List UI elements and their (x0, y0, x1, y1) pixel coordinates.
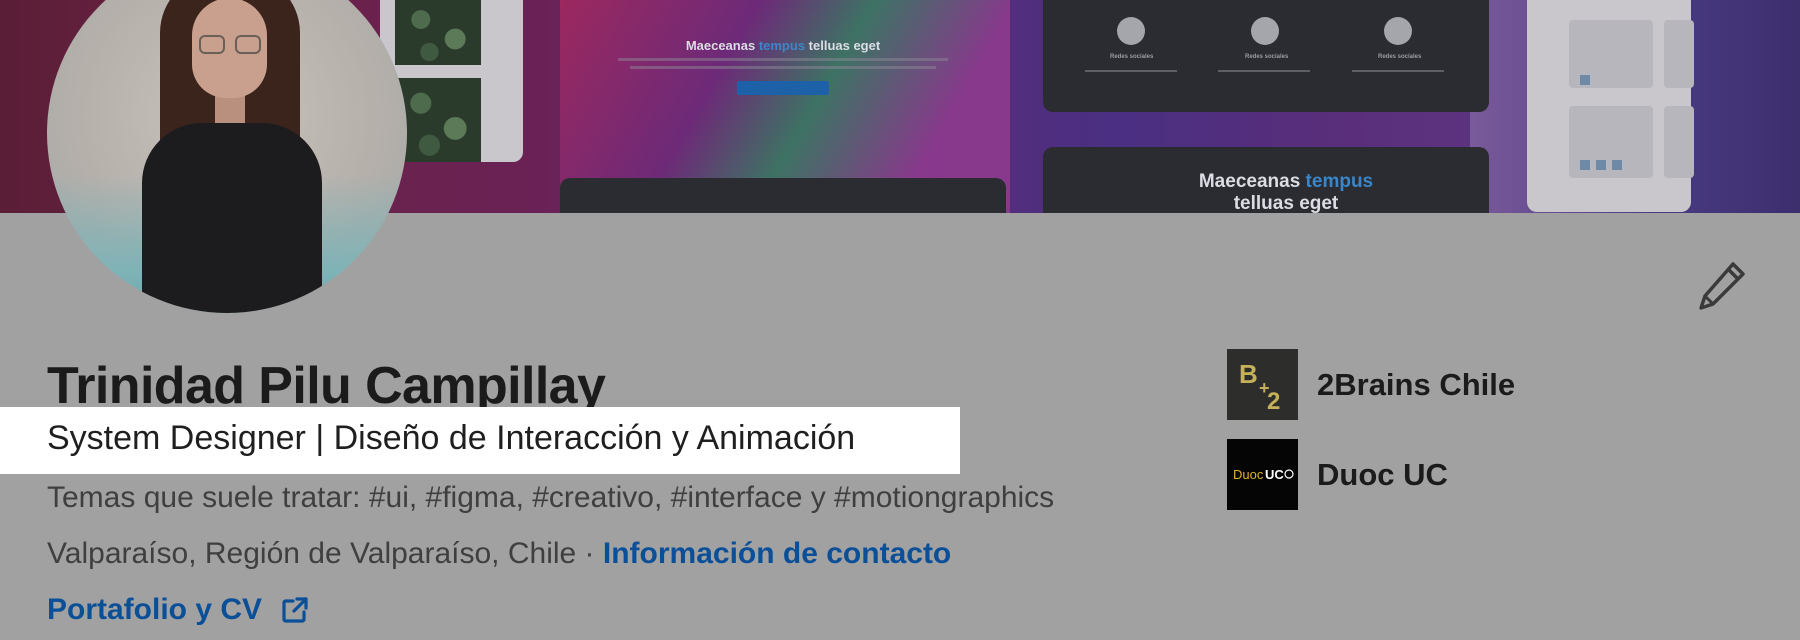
profile-topics: Temas que suele tratar: #ui, #figma, #cr… (47, 481, 1055, 514)
avatar-glasses (235, 35, 261, 54)
company-name: 2Brains Chile (1317, 366, 1516, 402)
banner-leaf-image (395, 0, 481, 65)
banner-avatar-dot (1251, 17, 1279, 45)
banner-line (1218, 70, 1310, 72)
banner-hero-line (630, 66, 936, 69)
profile-headline: System Designer | Diseño de Interacción … (47, 419, 856, 457)
banner-line (1085, 70, 1177, 72)
banner-leaf-image (395, 78, 481, 162)
external-link-icon (282, 597, 308, 623)
banner-column-title: Redes sociales (1378, 54, 1422, 60)
svg-text:Duoc: Duoc (1233, 467, 1264, 482)
banner-avatar-dot (1384, 17, 1412, 45)
banner-mini-square (1612, 160, 1622, 170)
company-duoc[interactable]: Duoc UC Duoc UC (1227, 439, 1448, 510)
avatar-shirt (142, 123, 322, 313)
banner-mini-square (1596, 160, 1606, 170)
company-name: Duoc UC (1317, 456, 1448, 492)
banner-line (1352, 70, 1444, 72)
banner-column-title: Redes sociales (1110, 54, 1154, 60)
banner-hero-button (737, 81, 829, 95)
duoc-logo-mark: Duoc UC (1233, 467, 1294, 482)
portfolio-link-label: Portafolio y CV (47, 593, 263, 626)
banner-mini-square (1580, 75, 1590, 85)
portfolio-link[interactable]: Portafolio y CV (47, 593, 310, 627)
svg-text:B: B (1239, 359, 1258, 389)
separator: · (576, 537, 603, 570)
banner-mini-card (1664, 106, 1694, 178)
duoc-logo: Duoc UC (1227, 439, 1298, 510)
banner-hero-line (618, 58, 948, 61)
banner-hero-title: Maeceanas tempus telluas eget (685, 38, 881, 53)
banner-avatar-dot (1117, 17, 1145, 45)
brains-logo: B + 2 (1227, 349, 1298, 420)
contact-info-link[interactable]: Información de contacto (603, 537, 951, 570)
edit-intro-button[interactable] (1693, 258, 1749, 314)
profile-avatar[interactable] (47, 0, 407, 313)
svg-text:2: 2 (1267, 388, 1280, 413)
brains-logo-mark: B + 2 (1239, 359, 1280, 413)
svg-text:UC: UC (1265, 467, 1284, 482)
banner-card-title: Maeceanas tempus telluas eget (1198, 171, 1374, 213)
pencil-icon (1699, 262, 1745, 310)
avatar-glasses (199, 35, 225, 54)
location-row: Valparaíso, Región de Valparaíso, Chile … (47, 537, 951, 571)
banner-card (560, 178, 1006, 213)
banner-column-title: Redes sociales (1245, 54, 1289, 60)
profile-location: Valparaíso, Región de Valparaíso, Chile (47, 537, 577, 570)
banner-mini-square (1580, 160, 1590, 170)
banner-mini-card (1664, 20, 1694, 88)
company-2brains[interactable]: B + 2 2Brains Chile (1227, 349, 1515, 420)
